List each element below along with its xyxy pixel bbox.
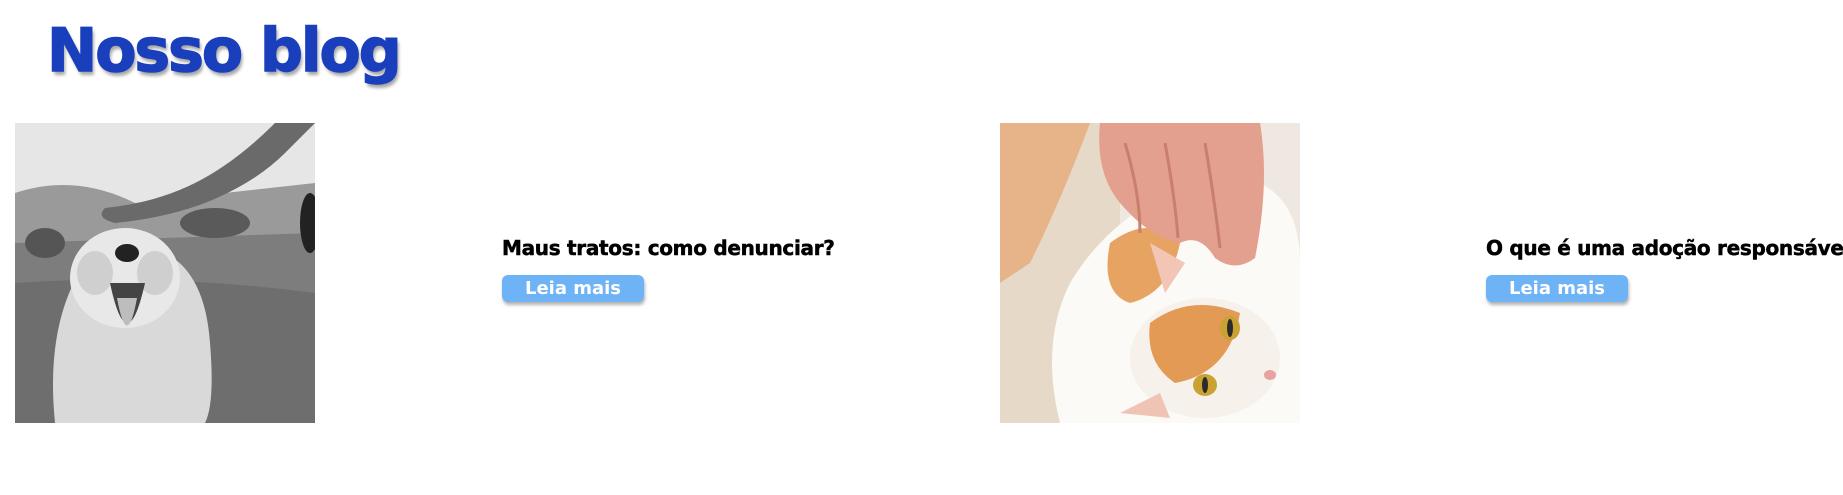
blog-section: Nosso blog Maus tratos: como denunciar? …	[0, 0, 1843, 495]
post-image-cat	[1000, 123, 1300, 423]
read-more-button[interactable]: Leia mais	[1486, 275, 1628, 302]
post-title: Maus tratos: como denunciar?	[502, 236, 835, 261]
page-title: Nosso blog	[46, 16, 402, 86]
read-more-button[interactable]: Leia mais	[502, 275, 644, 302]
post-card-2: O que é uma adoção responsável? Leia mai…	[1486, 236, 1843, 302]
post-image-dog	[15, 123, 315, 423]
post-title: O que é uma adoção responsável?	[1486, 236, 1843, 261]
post-card-1: Maus tratos: como denunciar? Leia mais	[502, 236, 835, 302]
